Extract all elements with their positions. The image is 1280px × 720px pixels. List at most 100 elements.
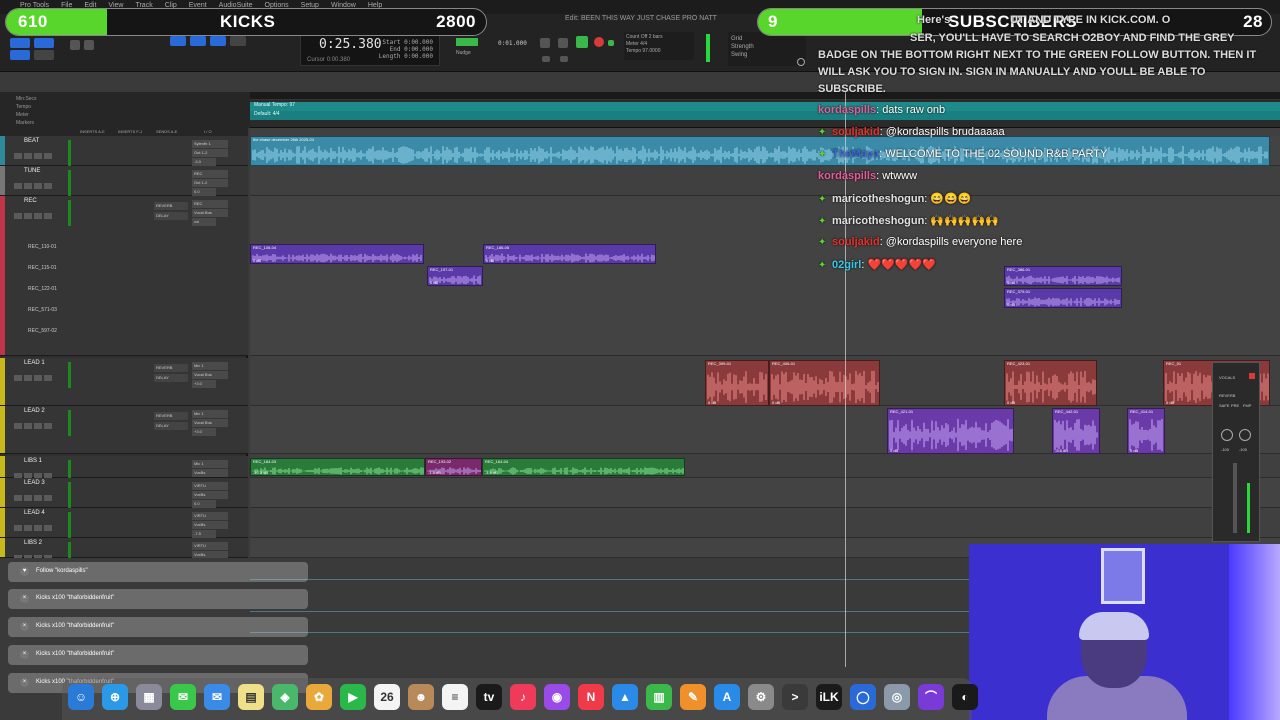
trim-tool-button[interactable] [170,36,186,46]
mail-icon[interactable]: ✉ [204,684,230,710]
record-arm-button[interactable] [14,495,22,501]
record-arm-button[interactable] [14,153,22,159]
solo-button[interactable] [34,375,42,381]
min-secs-ruler[interactable] [250,92,1280,100]
chat-username[interactable]: maricotheshogun [832,215,924,227]
playlist-name[interactable]: REC_597-02 [28,328,57,334]
record-button[interactable] [594,37,604,47]
audio-clip[interactable]: REC_423-01 0 dB [1004,360,1097,406]
audio-clip[interactable]: REC_164-04 -4.6 dB [482,458,685,476]
input-monitor-button[interactable] [24,423,32,429]
track-header[interactable]: TUNE REC Out 1-2 0.0 [0,166,248,196]
volume-fader[interactable] [1233,463,1237,533]
clip-gain[interactable]: 0 dB [1007,400,1015,405]
playlist-name[interactable]: REC_122-01 [28,286,57,292]
grid-mode-button[interactable] [34,50,54,60]
disk-icon[interactable]: ◎ [884,684,910,710]
solo-button[interactable] [34,423,42,429]
track-buttons[interactable] [14,488,60,501]
send-slot[interactable]: DELAY [154,422,188,430]
track-header[interactable]: LEAD 4 VIRTU VoxBs -7.5 [0,508,248,538]
audio-clip[interactable]: REC_193-02 -1.8 dB [425,458,482,476]
fast-forward-button[interactable] [560,56,568,62]
contacts-icon[interactable]: ☻ [408,684,434,710]
audio-clip[interactable]: REC_406-01 0 dB [769,360,880,406]
audio-clip[interactable]: REC_414-01 0 dB [1127,408,1165,454]
audio-clip[interactable]: REC_184-03 -10.3 dB [250,458,425,476]
audio-clip[interactable]: REC_186-05 0 dB [483,244,656,264]
track-buttons[interactable] [14,518,60,531]
grid-settings[interactable]: Grid Strength Swing [728,32,806,66]
playlist-name[interactable]: REC_115-01 [28,265,57,271]
main-counter[interactable]: 0:25.380 Cursor 0:00.380 Start 0:00.000 … [300,32,440,66]
selector-tool-button[interactable] [190,36,206,46]
audio-clip[interactable]: REC_106-04 0 dB [250,244,424,264]
notes-icon[interactable]: ▤ [238,684,264,710]
clip-gain[interactable]: -4.6 dB [485,470,498,475]
output-selector[interactable]: Out 1-2 [192,179,228,187]
play-button[interactable] [576,36,588,48]
clip-gain[interactable]: 0 dB [430,280,438,285]
output-selector[interactable]: VoxBs [192,521,228,529]
volume-readout[interactable]: -7.5 [192,530,216,538]
audio-clip[interactable]: REC_197-01 0 dB [427,266,483,286]
input-selector[interactable]: Mic 1 [192,460,228,468]
clip-gain[interactable]: 0 dB [1007,280,1015,285]
send-slot[interactable]: DELAY [154,374,188,382]
track-header[interactable]: BEAT Sylenth 1 Out 1-2 -3.0 [0,136,248,166]
output-selector[interactable]: VoxBs [192,469,228,477]
track-buttons[interactable] [14,146,60,159]
chat-username[interactable]: TheMaya [832,148,879,160]
vocals-mixer-strip[interactable]: VOCALS REVERB SAFE PRE FMP -100 -100 [1212,362,1260,542]
pages-icon[interactable]: ✎ [680,684,706,710]
send-slot[interactable]: REVERB [154,364,188,372]
output-selector[interactable]: Out 1-2 [192,149,228,157]
track-name[interactable]: LIBS 2 [24,540,42,546]
track-buttons[interactable] [14,416,60,429]
nudge-toggle[interactable] [456,38,478,46]
rewind-button[interactable] [542,56,550,62]
safari-icon[interactable]: ⊕ [102,684,128,710]
chat-username[interactable]: kordaspills [818,104,876,116]
mute-button[interactable] [44,213,52,219]
playlist-name[interactable]: REC_571-03 [28,307,57,313]
chat-username[interactable]: souljakid [832,236,880,248]
track-buttons[interactable] [14,466,60,479]
volume-readout[interactable]: +3.0 [192,380,216,388]
record-arm-button[interactable] [14,423,22,429]
track-name[interactable]: TUNE [24,168,40,174]
keynote-icon[interactable]: ▲ [612,684,638,710]
track-name[interactable]: LEAD 4 [24,510,45,516]
input-selector[interactable]: VIRTU [192,542,228,550]
track-lane[interactable] [250,166,1280,196]
track-name[interactable]: LEAD 1 [24,360,45,366]
record-arm-button[interactable] [14,525,22,531]
mixer-safe[interactable]: SAFE [1219,403,1229,408]
input-selector[interactable]: Sylenth 1 [192,140,228,148]
clip-gain[interactable]: 0 dB [708,400,716,405]
maps-icon[interactable]: ◈ [272,684,298,710]
playlist-name[interactable]: REC_110-01 [28,244,57,250]
avid-icon[interactable]: ⌒ [918,684,944,710]
settings-gear-icon[interactable] [797,58,805,66]
output-selector[interactable]: VoxBs [192,491,228,499]
mixer-pre[interactable]: PRE [1231,403,1239,408]
clip-gain[interactable]: 0 dB [1166,400,1174,405]
clip-gain[interactable]: -1.8 dB [428,470,441,475]
input-monitor-button[interactable] [24,375,32,381]
track-lane[interactable] [250,196,1280,356]
audio-clip[interactable]: REC_442-01 -5.6 dB [1052,408,1100,454]
input-selector[interactable]: VIRTU [192,482,228,490]
input-monitor-button[interactable] [24,525,32,531]
volume-readout[interactable]: vol [192,218,216,226]
track-lane[interactable] [250,508,1280,538]
protools-icon[interactable]: ◐ [952,684,978,710]
mixer-fmp[interactable]: FMP [1243,403,1251,408]
mute-button[interactable] [44,153,52,159]
audio-clip[interactable]: the chase december 26th 2025-04 [250,136,1270,166]
facetime-icon[interactable]: ▶ [340,684,366,710]
volume-readout[interactable]: 0.0 [192,188,216,196]
clip-gain[interactable]: -10.3 dB [253,470,268,475]
online-button[interactable] [608,40,614,46]
pan-knob-left[interactable] [1221,429,1233,441]
